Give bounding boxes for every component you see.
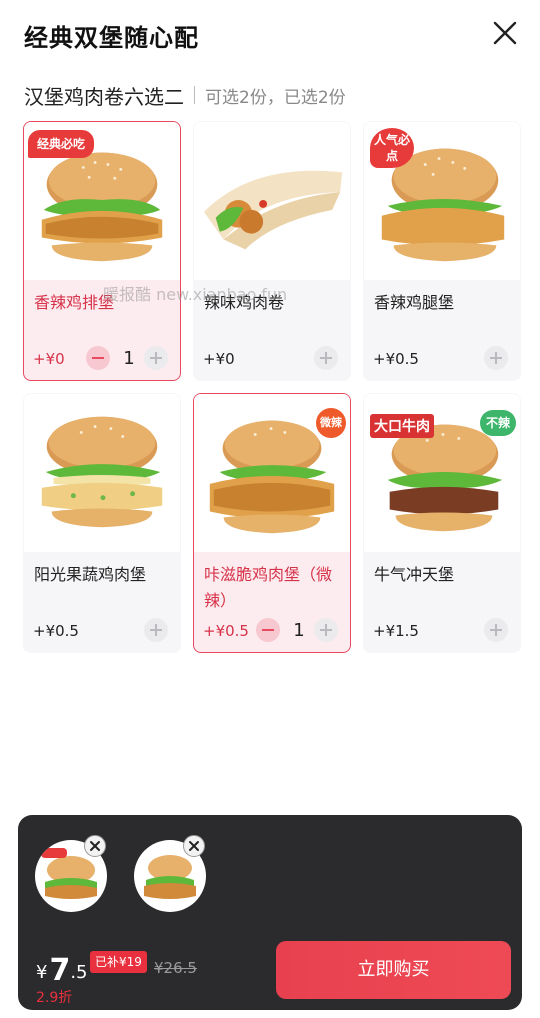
plus-icon[interactable] <box>314 618 338 642</box>
minus-icon[interactable] <box>86 346 110 370</box>
price-integer: 7 <box>49 953 71 988</box>
plus-icon[interactable] <box>314 346 338 370</box>
plus-icon[interactable] <box>144 618 168 642</box>
plus-icon[interactable] <box>484 618 508 642</box>
total-price: ¥ 7 .5 <box>36 947 88 987</box>
product-name: 香辣鸡排堡 <box>34 293 115 312</box>
product-price: +¥0 <box>33 350 65 368</box>
plus-icon[interactable] <box>144 346 168 370</box>
product-card-veggie-chicken-burger[interactable]: 阳光果蔬鸡肉堡 +¥0.5 <box>23 393 181 653</box>
price-decimal: .5 <box>70 962 88 983</box>
product-name: 咔滋脆鸡肉堡（微辣） <box>204 565 333 610</box>
product-card-beef-burger[interactable]: 大口牛肉 不辣 牛气冲天堡 +¥1.5 <box>363 393 521 653</box>
page-title: 经典双堡随心配 <box>24 24 199 52</box>
discount-text: 2.9折 <box>36 990 73 1006</box>
product-card-crispy-chicken-burger[interactable]: 微辣 咔滋脆鸡肉堡（微辣） +¥0.5 1 <box>193 393 351 653</box>
badge-mild-spicy: 微辣 <box>316 408 346 438</box>
product-price: +¥0.5 <box>373 350 419 368</box>
product-image <box>24 394 180 552</box>
minus-icon[interactable] <box>256 618 280 642</box>
section-title: 汉堡鸡肉卷六选二 <box>24 84 184 109</box>
product-name: 辣味鸡肉卷 <box>204 293 285 312</box>
buy-now-button[interactable]: 立即购买 <box>276 941 511 999</box>
currency-symbol: ¥ <box>36 962 48 983</box>
remove-icon[interactable] <box>84 835 106 857</box>
badge-not-spicy: 不辣 <box>480 410 516 436</box>
cart-bar: ¥ 7 .5 已补¥19 ¥26.5 2.9折 立即购买 <box>18 815 522 1010</box>
product-image <box>194 122 350 280</box>
close-icon[interactable] <box>492 20 518 46</box>
product-price: +¥0.5 <box>33 622 79 640</box>
product-card-spicy-chicken-burger[interactable]: 经典必吃 香辣鸡排堡 +¥0 1 <box>23 121 181 381</box>
selection-info: 可选2份，已选2份 <box>205 87 346 108</box>
product-price: +¥0.5 <box>203 622 249 640</box>
original-price: ¥26.5 <box>154 959 197 977</box>
product-name: 阳光果蔬鸡肉堡 <box>34 565 147 584</box>
product-name: 牛气冲天堡 <box>374 565 455 584</box>
remove-icon[interactable] <box>183 835 205 857</box>
divider <box>194 86 195 104</box>
plus-icon[interactable] <box>484 346 508 370</box>
subsidy-badge: 已补¥19 <box>90 951 147 973</box>
badge-classic: 经典必吃 <box>28 130 94 158</box>
product-card-spicy-chicken-wrap[interactable]: 辣味鸡肉卷 +¥0 <box>193 121 351 381</box>
product-price: +¥0 <box>203 350 235 368</box>
quantity-value: 1 <box>293 620 305 641</box>
badge-popular: 人气必点 <box>370 128 414 168</box>
quantity-value: 1 <box>123 348 135 369</box>
product-name: 香辣鸡腿堡 <box>374 293 455 312</box>
section-header: 汉堡鸡肉卷六选二 可选2份，已选2份 <box>24 80 346 110</box>
product-card-spicy-leg-burger[interactable]: 人气必点 香辣鸡腿堡 +¥0.5 <box>363 121 521 381</box>
badge-big-beef: 大口牛肉 <box>370 414 434 438</box>
header: 经典双堡随心配 <box>0 0 540 70</box>
product-price: +¥1.5 <box>373 622 419 640</box>
